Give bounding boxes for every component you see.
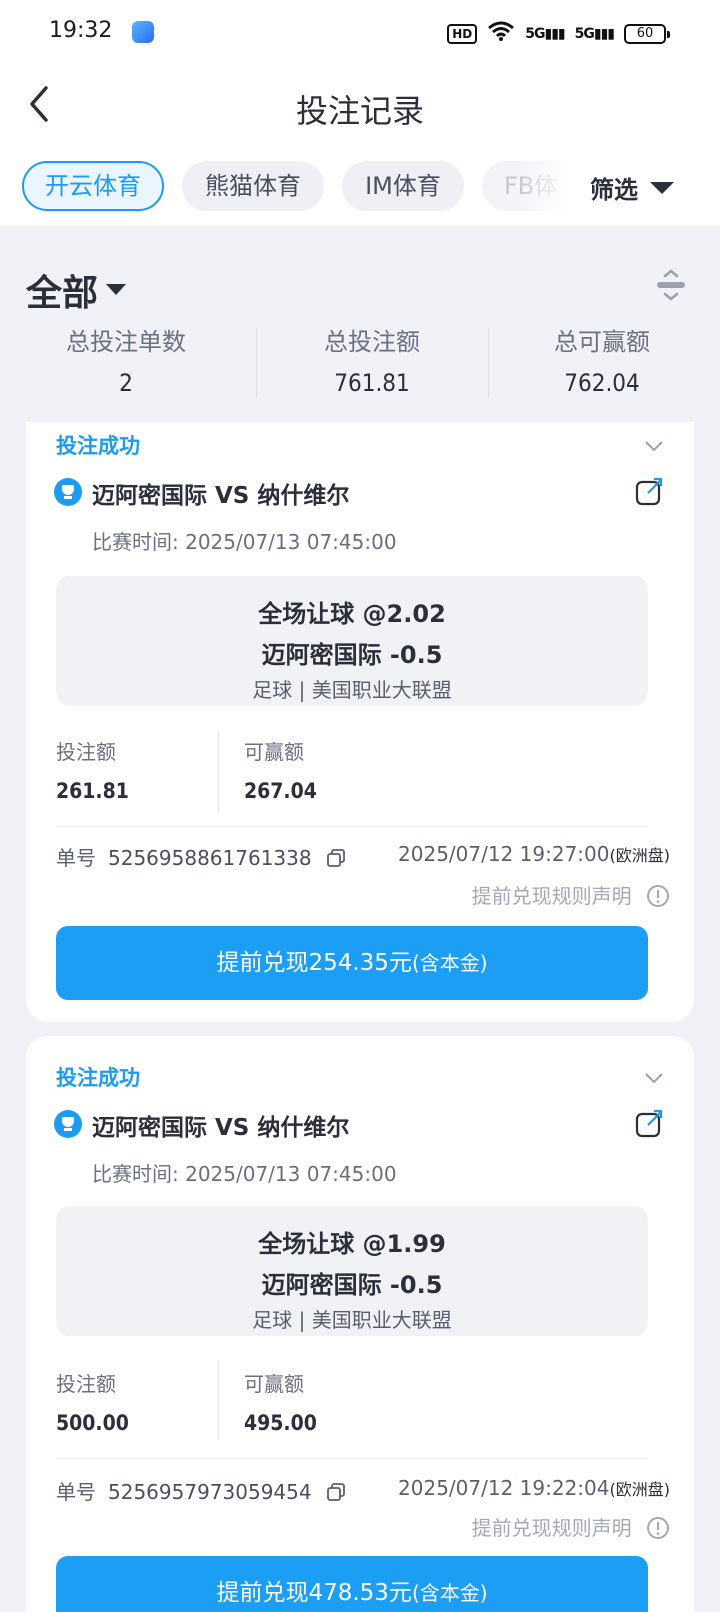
cashout-button[interactable]: 提前兑现254.35元(含本金)	[56, 926, 648, 1000]
selection: 迈阿密国际 -0.5	[261, 641, 443, 669]
status-time: 19:32	[49, 18, 113, 43]
signal-icon: 5G▮▮▮	[525, 26, 565, 42]
chevron-down-icon[interactable]	[644, 440, 664, 452]
order-number: 单号 5256957973059454	[56, 1476, 346, 1505]
match-time: 比赛时间: 2025/07/13 07:45:00	[92, 530, 397, 554]
status-bar: 19:32 HD 5G▮▮▮ 5G▮▮▮ 60	[0, 0, 720, 66]
caret-down-icon	[106, 284, 126, 295]
scope-selector[interactable]: 全部	[26, 264, 98, 316]
share-icon[interactable]	[634, 476, 664, 506]
copy-icon[interactable]	[326, 848, 346, 868]
match-name: 迈阿密国际 VS 纳什维尔	[92, 1115, 350, 1141]
cashout-button[interactable]: 提前兑现478.53元(含本金)	[56, 1556, 648, 1612]
tab-panda[interactable]: 熊猫体育	[182, 161, 324, 211]
market-odds: 全场让球 @2.02	[258, 600, 446, 628]
selection-box: 全场让球 @1.99 迈阿密国际 -0.5 足球 | 美国职业大联盟	[56, 1206, 648, 1336]
info-icon	[647, 885, 669, 907]
share-icon[interactable]	[634, 1108, 664, 1138]
stats-row: 总投注单数 2 总投注额 761.81 总可赢额 762.04	[0, 322, 720, 402]
league: 足球 | 美国职业大联盟	[252, 1308, 452, 1332]
bet-card: 投注成功 迈阿密国际 VS 纳什维尔 比赛时间: 2025/07/13 07:4…	[26, 422, 694, 1022]
bet-time: 2025/07/12 19:22:04(欧洲盘)	[398, 1476, 670, 1500]
trophy-icon	[54, 478, 82, 506]
info-icon	[647, 1517, 669, 1539]
selection-box: 全场让球 @2.02 迈阿密国际 -0.5 足球 | 美国职业大联盟	[56, 576, 648, 706]
cashout-rule-link[interactable]: 提前兑现规则声明	[472, 1512, 670, 1541]
selection: 迈阿密国际 -0.5	[261, 1271, 443, 1299]
cashout-rule-link[interactable]: 提前兑现规则声明	[472, 880, 670, 909]
signal-icon-2: 5G▮▮▮	[574, 26, 615, 42]
match-name: 迈阿密国际 VS 纳什维尔	[92, 483, 350, 509]
filter-button[interactable]: 筛选	[566, 158, 720, 214]
stake-value: 500.00	[56, 1411, 129, 1435]
match-time: 比赛时间: 2025/07/13 07:45:00	[92, 1162, 397, 1186]
win-block: 可赢额 495.00	[244, 1372, 317, 1435]
tab-kaiyun[interactable]: 开云体育	[22, 161, 164, 211]
win-value: 495.00	[244, 1411, 317, 1435]
stat-total-count: 总投注单数 2	[66, 328, 186, 397]
page-title: 投注记录	[295, 92, 424, 130]
bet-status: 投注成功	[56, 434, 140, 458]
nav-bar: 投注记录	[0, 66, 720, 146]
platform-tabs: 开云体育 熊猫体育 IM体育 FB体 筛选	[0, 158, 720, 214]
copy-icon[interactable]	[326, 1482, 346, 1502]
trophy-icon	[54, 1110, 82, 1138]
battery-icon: 60	[624, 24, 670, 44]
order-number: 单号 5256958861761338	[56, 842, 346, 871]
bet-card: 投注成功 迈阿密国际 VS 纳什维尔 比赛时间: 2025/07/13 07:4…	[26, 1036, 694, 1612]
collapse-toggle-icon[interactable]	[656, 268, 686, 302]
summary-header: 全部	[0, 260, 720, 320]
wifi-icon	[487, 20, 515, 48]
app-notification-icon	[132, 21, 154, 43]
league: 足球 | 美国职业大联盟	[252, 678, 452, 702]
win-value: 267.04	[244, 779, 317, 803]
caret-down-icon	[650, 182, 674, 194]
stake-block: 投注额 500.00	[56, 1372, 129, 1435]
stat-total-win: 总可赢额 762.04	[554, 328, 650, 397]
market-odds: 全场让球 @1.99	[258, 1230, 446, 1258]
bet-status: 投注成功	[56, 1066, 140, 1090]
bet-time: 2025/07/12 19:27:00(欧洲盘)	[398, 842, 670, 866]
filter-label: 筛选	[590, 176, 638, 204]
stat-total-stake: 总投注额 761.81	[324, 328, 420, 397]
hd-voice-icon: HD	[447, 24, 478, 44]
stake-value: 261.81	[56, 779, 129, 803]
win-block: 可赢额 267.04	[244, 740, 317, 803]
tab-im[interactable]: IM体育	[342, 161, 464, 211]
chevron-down-icon[interactable]	[644, 1072, 664, 1084]
stake-block: 投注额 261.81	[56, 740, 129, 803]
